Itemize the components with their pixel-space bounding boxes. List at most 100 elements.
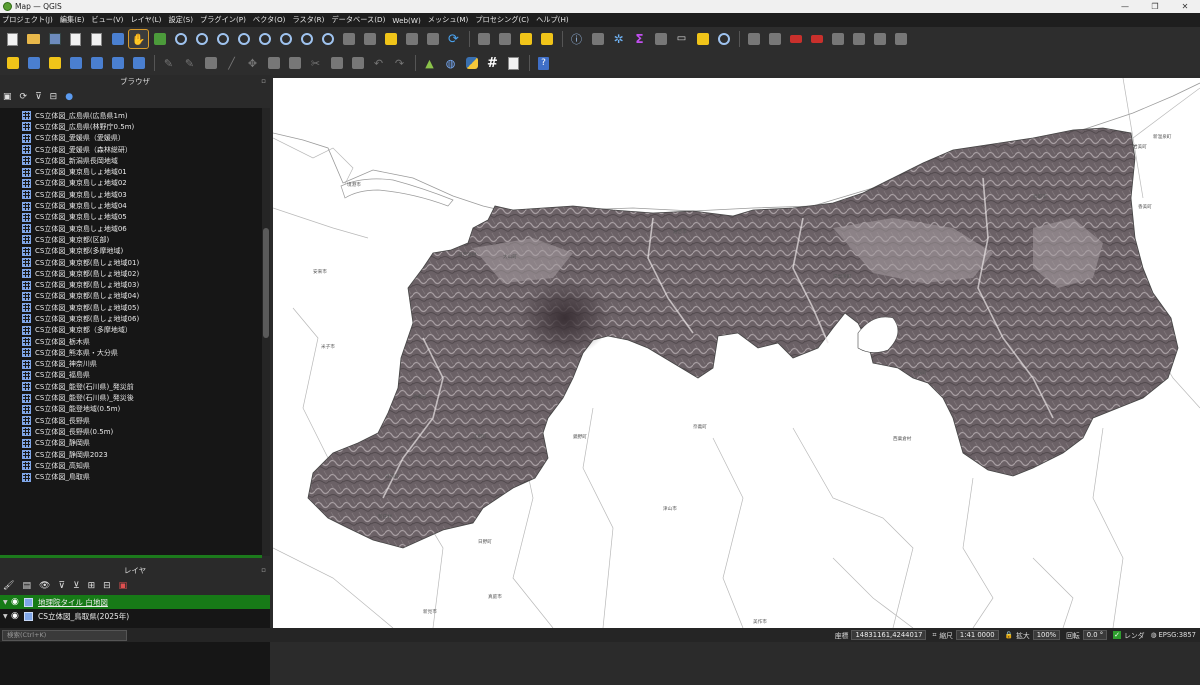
save-as-button[interactable] <box>66 30 85 48</box>
browser-tree-item[interactable]: CS立体図_能登地域(0.5m) <box>0 404 262 415</box>
pan-to-selection-button[interactable] <box>150 30 169 48</box>
browser-tree-item[interactable]: CS立体図_静岡県 <box>0 438 262 449</box>
menu-plugins[interactable]: プラグイン(P) <box>200 15 246 25</box>
browser-tree-item[interactable]: CS立体図_東京島しょ地域01 <box>0 166 262 177</box>
new-3d-view-button[interactable] <box>360 30 379 48</box>
cut-button[interactable]: ✂ <box>306 54 325 72</box>
zoom-layer-button[interactable] <box>255 30 274 48</box>
locator-search-input[interactable]: 検索(Ctrl+K) <box>2 629 127 641</box>
layer-styling-button[interactable]: ▲ <box>420 54 439 72</box>
label-tool-5-button[interactable] <box>828 30 847 48</box>
browser-tree-item[interactable]: CS立体図_鳥取県 <box>0 472 262 483</box>
browser-tree-item[interactable]: CS立体図_愛媛県（森林総研） <box>0 144 262 155</box>
minimize-button[interactable]: — <box>1110 0 1140 13</box>
measure-button[interactable]: ▭ <box>672 30 691 48</box>
collapse-all-icon[interactable]: ⊟ <box>50 92 58 102</box>
open-project-button[interactable] <box>24 30 43 48</box>
menu-processing[interactable]: プロセシング(C) <box>475 15 529 25</box>
select-location-button[interactable] <box>537 30 556 48</box>
layer-row[interactable]: ▼ ◉ 地理院タイル 白地図 <box>0 595 270 609</box>
render-toggle[interactable]: ✓ レンダ <box>1113 630 1145 640</box>
browser-scrollbar[interactable] <box>262 108 270 556</box>
render-checkbox-icon[interactable]: ✓ <box>1113 631 1122 639</box>
browser-tree-item[interactable]: CS立体図_東京都(多摩地域) <box>0 246 262 257</box>
menu-edit[interactable]: 編集(E) <box>60 15 85 25</box>
processing-toolbox-button[interactable]: ✲ <box>609 30 628 48</box>
add-mesh-button[interactable] <box>129 54 148 72</box>
scale-field[interactable]: 1:41 0000 <box>955 630 999 640</box>
expand-arrow-icon[interactable]: ▼ <box>3 599 11 606</box>
undo-button[interactable]: ↶ <box>369 54 388 72</box>
digitize-button[interactable] <box>45 54 64 72</box>
add-layer-button[interactable] <box>87 54 106 72</box>
statistics-button[interactable]: Σ <box>630 30 649 48</box>
vertex-tool-button[interactable]: ✥ <box>243 54 262 72</box>
browser-tree-item[interactable]: CS立体図_東京都(島しょ地域05) <box>0 302 262 313</box>
browser-tree-item[interactable]: CS立体図_東京都(島しょ地域02) <box>0 268 262 279</box>
zoom-next-button[interactable] <box>318 30 337 48</box>
new-project-button[interactable] <box>3 30 22 48</box>
label-tool-8-button[interactable] <box>891 30 910 48</box>
browser-tree-item[interactable]: CS立体図_東京島しょ地域03 <box>0 189 262 200</box>
attribute-table-button[interactable] <box>651 30 670 48</box>
add-line-button[interactable]: ╱ <box>222 54 241 72</box>
label-tool-1-button[interactable] <box>744 30 763 48</box>
open-table-button[interactable] <box>588 30 607 48</box>
menu-web[interactable]: Web(W) <box>392 16 420 25</box>
deselect-button[interactable] <box>516 30 535 48</box>
remove-layer-icon[interactable]: ▣ <box>119 581 128 591</box>
add-vector-button[interactable] <box>3 54 22 72</box>
rotation-field[interactable]: 0.0 ° <box>1082 630 1108 640</box>
select-features-button[interactable] <box>474 30 493 48</box>
scrollbar-thumb[interactable] <box>263 228 269 338</box>
browser-tree-item[interactable]: CS立体図_静岡県2023 <box>0 449 262 460</box>
layers-close-icon[interactable]: ▫ <box>261 564 266 577</box>
browser-tree-item[interactable]: CS立体図_広島県(広島県1m) <box>0 110 262 121</box>
add-raster-button[interactable] <box>24 54 43 72</box>
expand-arrow-icon[interactable]: ▼ <box>3 613 11 620</box>
label-tool-6-button[interactable] <box>849 30 868 48</box>
browser-close-icon[interactable]: ▫ <box>261 75 266 88</box>
browser-tree-item[interactable]: CS立体図_高知県 <box>0 460 262 471</box>
menu-mesh[interactable]: メッシュ(M) <box>428 15 469 25</box>
browser-tree-item[interactable]: CS立体図_愛媛県（愛媛県） <box>0 133 262 144</box>
close-button[interactable]: ✕ <box>1170 0 1200 13</box>
show-bookmarks-button[interactable] <box>402 30 421 48</box>
filter-legend-icon[interactable]: ⊽ <box>58 581 65 591</box>
coordinate-field[interactable]: 14831161,4244017 <box>851 630 927 640</box>
delete-selected-button[interactable] <box>285 54 304 72</box>
zoom-in-button[interactable] <box>171 30 190 48</box>
grid-plugin-button[interactable]: # <box>483 54 502 72</box>
filter-icon[interactable]: ⊽ <box>35 92 42 102</box>
toggle-editing-button[interactable]: ✎ <box>159 54 178 72</box>
save-project-button[interactable] <box>45 30 64 48</box>
browser-tree-item[interactable]: CS立体図_東京都（多摩地域） <box>0 325 262 336</box>
browser-tree-item[interactable]: CS立体図_東京都(区部) <box>0 234 262 245</box>
menu-layer[interactable]: レイヤ(L) <box>130 15 161 25</box>
style-manager-button[interactable] <box>108 30 127 48</box>
browser-tree-item[interactable]: CS立体図_東京島しょ地域05 <box>0 212 262 223</box>
browser-tree-item[interactable]: CS立体図_能登(石川県)_発災後 <box>0 392 262 403</box>
refresh-button[interactable]: ⟳ <box>444 30 463 48</box>
pan-tool-button[interactable]: ✋ <box>128 29 149 49</box>
browser-tree-item[interactable]: CS立体図_東京島しょ地域02 <box>0 178 262 189</box>
label-tool-3-button[interactable] <box>786 30 805 48</box>
zoom-selection-button[interactable] <box>234 30 253 48</box>
temporal-button[interactable] <box>423 30 442 48</box>
browser-tree-item[interactable]: CS立体図_東京都(島しょ地域06) <box>0 313 262 324</box>
redo-button[interactable]: ↷ <box>390 54 409 72</box>
expand-all-icon[interactable]: ⊞ <box>88 581 96 591</box>
lock-icon[interactable]: 🔒 <box>1005 631 1013 639</box>
browser-tree-item[interactable]: CS立体図_広島県(林野庁0.5m) <box>0 121 262 132</box>
menu-vector[interactable]: ベクタ(O) <box>253 15 286 25</box>
layer-row[interactable]: ▼ ◉ CS立体図_鳥取県(2025年) <box>0 609 270 623</box>
add-group-icon[interactable]: ▤ <box>22 581 31 591</box>
browser-tree-item[interactable]: CS立体図_長野県 <box>0 415 262 426</box>
new-map-view-button[interactable] <box>339 30 358 48</box>
print-layout-button[interactable] <box>87 30 106 48</box>
label-tool-7-button[interactable] <box>870 30 889 48</box>
modify-attributes-button[interactable] <box>264 54 283 72</box>
menu-raster[interactable]: ラスタ(R) <box>292 15 324 25</box>
browser-tree-item[interactable]: CS立体図_新潟県長岡地域 <box>0 155 262 166</box>
layer-style-icon[interactable]: 🖌 <box>3 581 14 591</box>
